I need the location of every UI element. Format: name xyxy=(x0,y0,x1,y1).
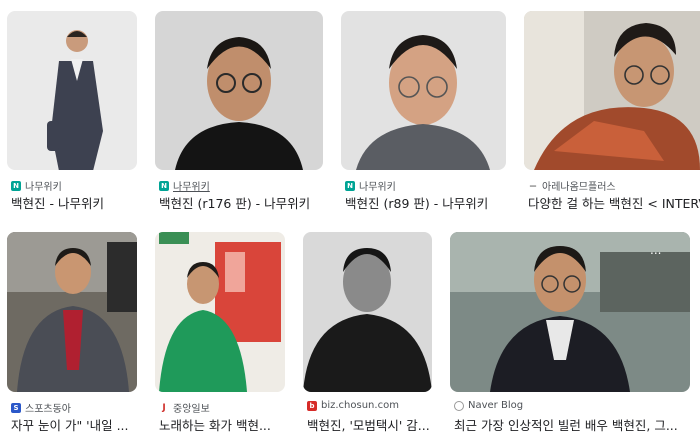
result-thumbnail[interactable] xyxy=(155,232,285,392)
result-title[interactable]: 백현진 (r176 판) - 나무위키 xyxy=(159,193,329,212)
portrait-image xyxy=(155,11,323,170)
svg-text:...: ... xyxy=(650,243,661,257)
result-title[interactable]: 백현진 - 나무위키 xyxy=(11,193,141,212)
result-title[interactable]: 백현진 (r89 판) - 나무위키 xyxy=(345,193,510,212)
result-thumbnail[interactable] xyxy=(155,11,323,170)
result-thumbnail[interactable] xyxy=(7,232,137,392)
result-title[interactable]: 다양한 걸 하는 백현진 < INTERVIEW xyxy=(528,193,700,212)
portrait-image xyxy=(303,232,432,392)
naverblog-icon xyxy=(454,400,464,411)
portrait-image xyxy=(7,232,137,392)
result-thumbnail[interactable]: ... xyxy=(450,232,690,392)
result-title[interactable]: 자꾸 눈이 가" '내일 ... xyxy=(11,415,139,434)
source-name: 중앙일보 xyxy=(173,404,210,415)
source-name: 아레나옴므플러스 xyxy=(542,182,616,193)
source-name: 나무위키 xyxy=(25,182,62,193)
source-row: — 아레나옴므플러스 xyxy=(528,178,616,193)
result-thumbnail[interactable] xyxy=(341,11,506,170)
source-name: 스포츠동아 xyxy=(25,404,71,415)
source-row: N 나무위키 xyxy=(11,178,62,193)
result-title[interactable]: 최근 가장 인상적인 빌런 배우 백현진, 그... xyxy=(454,415,694,434)
joongang-icon: J xyxy=(159,402,169,413)
source-name: Naver Blog xyxy=(468,400,524,411)
source-row: Naver Blog xyxy=(454,400,523,411)
source-row: N 나무위키 xyxy=(345,178,396,193)
result-title[interactable]: 백현진, '모범택시' 감... xyxy=(307,415,435,434)
namuwiki-icon: N xyxy=(11,180,21,191)
namuwiki-icon: N xyxy=(345,180,355,191)
portrait-image: ... xyxy=(450,232,690,392)
source-row: b biz.chosun.com xyxy=(307,400,399,411)
portrait-image xyxy=(7,11,137,170)
source-name: 나무위키 xyxy=(359,182,396,193)
result-thumbnail[interactable] xyxy=(303,232,432,392)
source-row: N 나무위키 xyxy=(159,178,210,193)
portrait-image xyxy=(155,232,285,392)
source-name: biz.chosun.com xyxy=(321,400,399,411)
source-row: J 중앙일보 xyxy=(159,400,210,415)
result-thumbnail[interactable] xyxy=(524,11,700,170)
portrait-image xyxy=(341,11,506,170)
result-title[interactable]: 노래하는 화가 백현... xyxy=(159,415,287,434)
source-name: 나무위키 xyxy=(173,182,210,193)
result-thumbnail[interactable] xyxy=(7,11,137,170)
portrait-image xyxy=(524,11,700,170)
namuwiki-icon: N xyxy=(159,180,169,191)
sportsdonga-icon: S xyxy=(11,402,21,413)
chosun-icon: b xyxy=(307,400,317,411)
source-row: S 스포츠동아 xyxy=(11,400,71,415)
arena-icon: — xyxy=(528,180,538,191)
